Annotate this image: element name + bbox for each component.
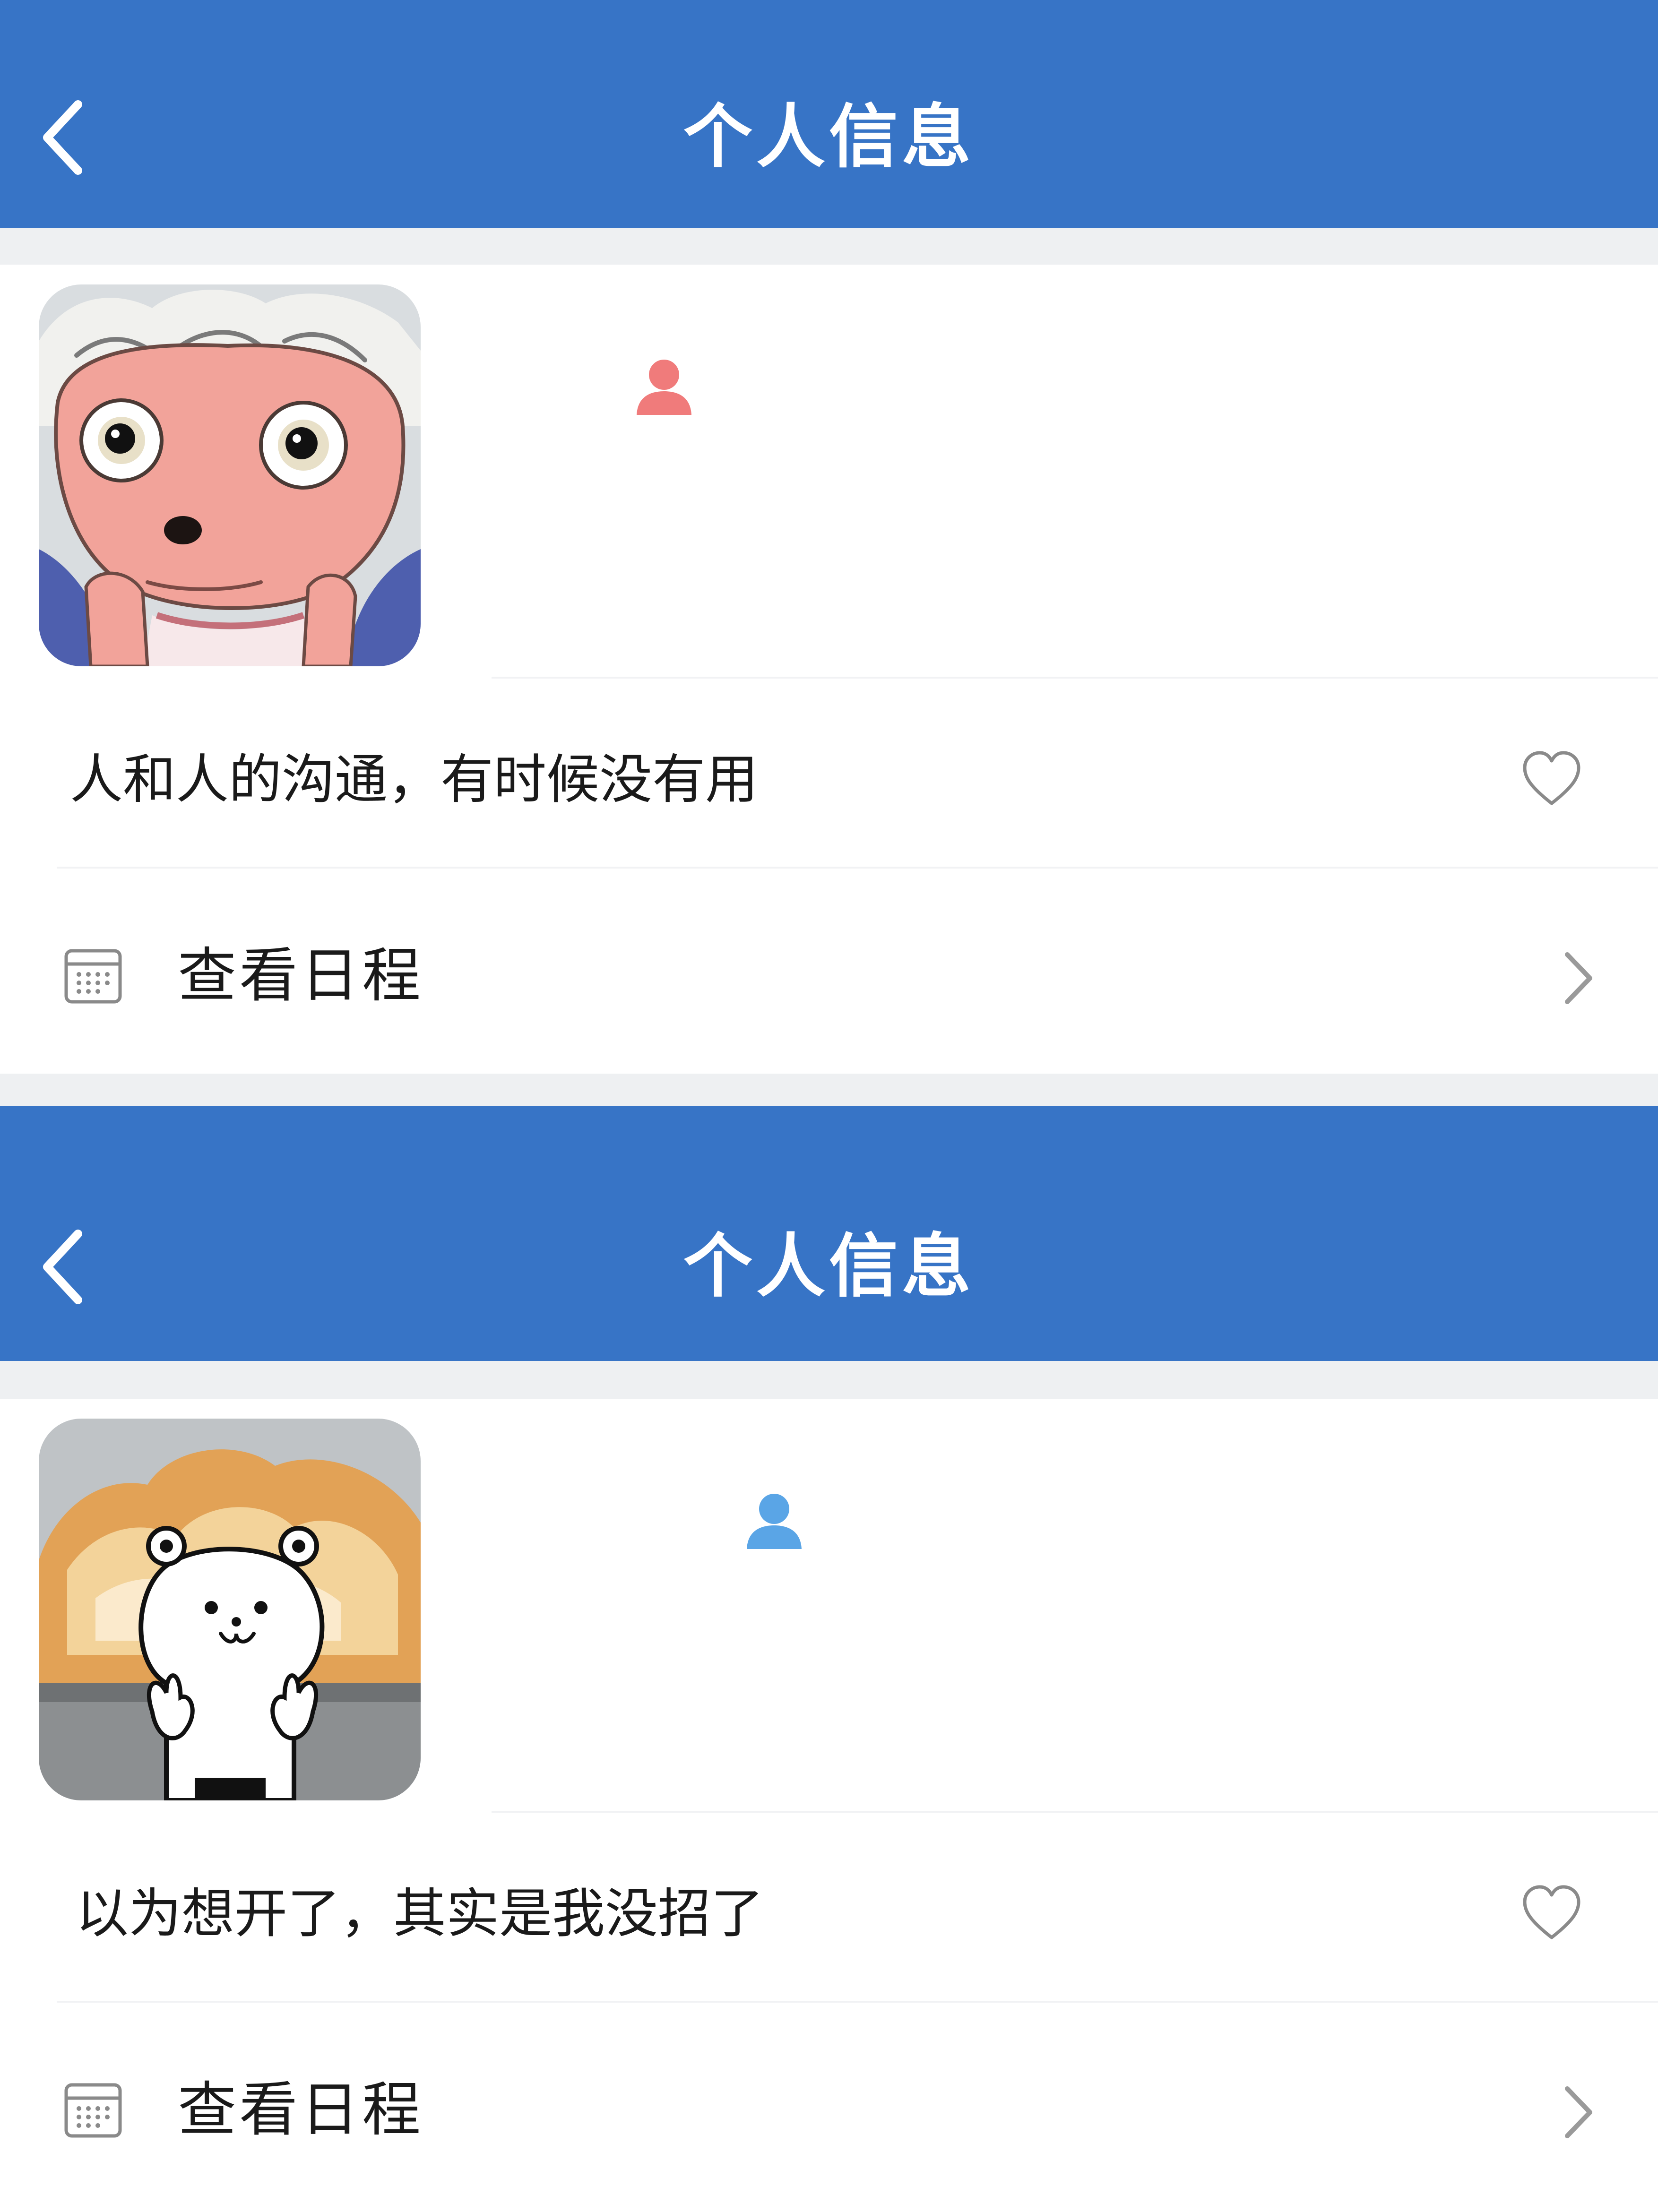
avatar[interactable] — [39, 284, 421, 666]
view-schedule-row[interactable]: 查看日程 — [0, 2008, 1658, 2207]
status-row: 以为想开了，其实是我没招了 — [0, 1815, 1658, 2004]
profile-screen-1: 个人信息 人和人的沟通，有时候没有用 查看日程 — [0, 0, 1658, 1087]
status-text: 人和人的沟通，有时候没有用 — [70, 749, 758, 810]
gender-user-icon — [631, 353, 697, 420]
view-schedule-label: 查看日程 — [178, 942, 424, 1010]
page-title: 个人信息 — [683, 1226, 975, 1307]
status-text: 以为想开了，其实是我没招了 — [76, 1883, 764, 1945]
heart-outline-icon — [1523, 1885, 1580, 1939]
chevron-right-icon — [1559, 950, 1597, 1007]
divider — [492, 677, 1658, 679]
nav-bar: 个人信息 — [0, 1106, 1658, 1361]
bear-explosion-avatar — [39, 1419, 421, 1800]
profile-screen-2: 个人信息 以为想开了，其实是我没招了 查看日程 — [0, 1106, 1658, 2212]
user-icon — [747, 1494, 802, 1549]
profile-header — [0, 265, 1658, 676]
like-button[interactable] — [1521, 1883, 1582, 1945]
status-row: 人和人的沟通，有时候没有用 — [0, 680, 1658, 869]
like-button[interactable] — [1521, 749, 1582, 810]
user-icon — [637, 360, 691, 415]
page-title: 个人信息 — [683, 97, 975, 177]
divider — [492, 1811, 1658, 1813]
chevron-right-icon — [1559, 2084, 1597, 2141]
profile-card: 以为想开了，其实是我没招了 查看日程 — [0, 1399, 1658, 2212]
heart-outline-icon — [1523, 751, 1580, 805]
calendar-icon — [62, 2079, 124, 2141]
view-schedule-row[interactable]: 查看日程 — [0, 874, 1658, 1073]
divider — [57, 2001, 1658, 2003]
calendar-icon — [62, 945, 124, 1007]
profile-card: 人和人的沟通，有时候没有用 查看日程 — [0, 265, 1658, 1074]
profile-header — [0, 1399, 1658, 1810]
avatar[interactable] — [39, 1419, 421, 1800]
gender-user-icon — [741, 1488, 807, 1554]
nav-bar: 个人信息 — [0, 0, 1658, 228]
divider — [57, 867, 1658, 869]
view-schedule-label: 查看日程 — [178, 2076, 424, 2144]
cartoon-sheep-avatar — [39, 284, 421, 666]
